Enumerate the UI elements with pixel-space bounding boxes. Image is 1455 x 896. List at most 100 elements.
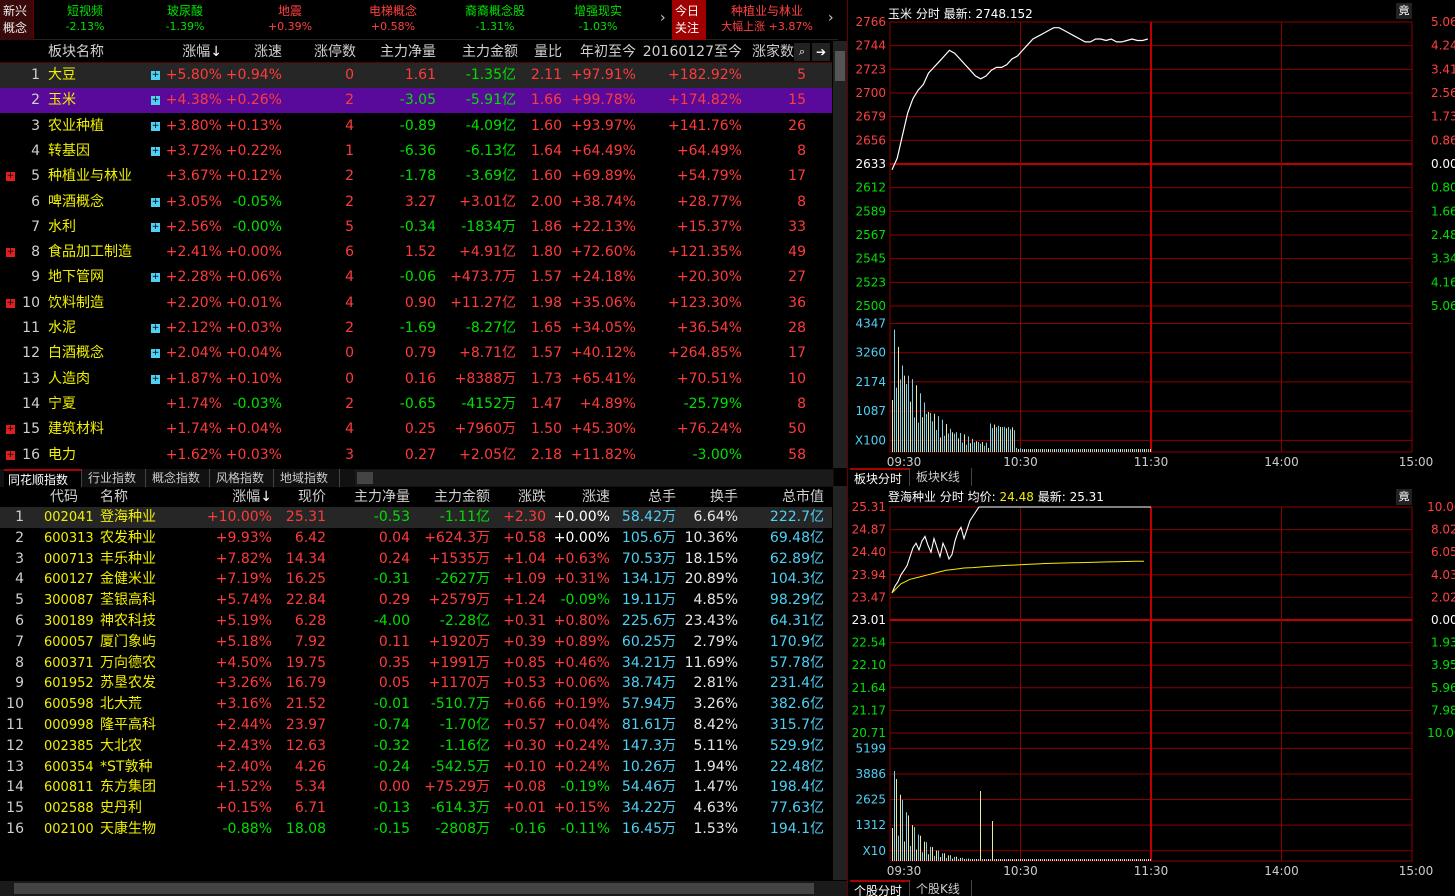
expand-plus-icon[interactable]: + xyxy=(6,450,15,460)
sector-col-header[interactable]: 量比 xyxy=(522,41,562,63)
hscroll-thumb[interactable] xyxy=(357,472,373,484)
stock-col-header[interactable]: 代码 xyxy=(50,486,90,508)
stock-row[interactable]: 15 002588 史丹利 +0.15% 6.71 -0.13 -614.3万 +0.01 +0… xyxy=(0,798,832,819)
sector-cell-ytd: +35.06% xyxy=(570,294,636,311)
stock-row[interactable]: 6 300189 神农科技 +5.19% 6.28 -4.00 -2.28亿 +0.31 +0.… xyxy=(0,611,832,632)
vol-bar xyxy=(976,859,977,861)
expand-plus-icon[interactable]: + xyxy=(6,298,15,308)
stock-row[interactable]: 16 002100 天康生物 -0.88% 18.08 -0.15 -2808万 -0.16-… xyxy=(0,819,832,840)
sector-cell-chg: +5.80% xyxy=(165,67,222,83)
vol-bar xyxy=(994,424,995,452)
stock-col-header[interactable]: 现价 xyxy=(272,486,326,508)
stock-row[interactable]: 11 000998 隆平高科 +2.44% 23.97 -0.74 -1.70亿 +0.57 +… xyxy=(0,715,832,736)
stock-col-header[interactable]: 主力金额 xyxy=(410,486,490,508)
sector-col-header[interactable]: 涨家数 xyxy=(752,41,796,63)
stock-hscroll-thumb[interactable] xyxy=(14,883,814,894)
stock-col-header[interactable]: 涨跌 xyxy=(490,486,546,508)
stock-row[interactable]: 14 600811 东方集团 +1.52% 5.34 0.00 +75.29万 +0.08 -0… xyxy=(0,777,832,798)
index-tab[interactable]: 同花顺指数 xyxy=(4,469,82,487)
stock-row[interactable]: 7 600057 厦门象屿 +5.18% 7.92 0.11 +1920万 +0.39 +0.8… xyxy=(0,632,832,653)
index-tab[interactable]: 地域指数 xyxy=(276,469,340,487)
stock-col-header[interactable]: 总手 xyxy=(612,486,676,508)
vol-bar xyxy=(1118,859,1119,861)
sector-col-header[interactable]: 主力净量 xyxy=(362,41,436,63)
sector-row[interactable]: 2 玉米 + +4.38% +0.26% 2 -3.05 -5.91亿 1.66 +99.78% +… xyxy=(0,88,832,114)
ticker-item[interactable]: 增强现实 -1.03% xyxy=(548,3,648,35)
focus-item[interactable]: 种植业与林业 大幅上涨 +3.87% xyxy=(712,3,822,35)
search-icon[interactable]: ⌕ xyxy=(794,43,810,61)
sector-col-header[interactable]: 涨停数 xyxy=(300,41,356,63)
stock-cell-turn: 1.94% xyxy=(693,758,738,775)
stock-col-header[interactable]: 名称 xyxy=(100,486,150,508)
chart-pct-tick: 5.06% xyxy=(1431,299,1455,313)
index-tab[interactable]: 风格指数 xyxy=(212,469,274,487)
sector-scrollbar[interactable] xyxy=(833,41,847,468)
expand-plus-icon[interactable]: + xyxy=(6,425,15,435)
sector-row[interactable]: 3 农业种植 + +3.80% +0.13% 4 -0.89 -4.09亿 1.60 +93.97… xyxy=(0,114,832,139)
ticker-next-icon[interactable]: › xyxy=(660,10,666,26)
stock-col-header[interactable]: 涨速 xyxy=(548,486,610,508)
sector-col-header[interactable]: 涨速 xyxy=(232,41,282,63)
expand-icon[interactable]: ➔ xyxy=(812,43,830,61)
sector-row[interactable]: 1 大豆 + +5.80% +0.94% 0 1.61 -1.35亿 2.11 +97.91% +1… xyxy=(0,63,832,88)
sector-row[interactable]: +16 电力 +1.62% +0.03% 3 0.27 +2.05亿 2.18 +11.82% -… xyxy=(0,443,832,468)
stock-row[interactable]: 1 002041 登海种业 +10.00% 25.31 -0.53 -1.11亿 +2.30 +… xyxy=(0,507,832,528)
stock-scrollbar[interactable] xyxy=(833,486,847,880)
sector-row[interactable]: 12 白酒概念 + +2.04% +0.04% 0 0.79 +8.71亿 1.57 +40.12… xyxy=(0,341,832,366)
sector-row[interactable]: +8 食品加工制造 +2.41% +0.00% 6 1.52 +4.91亿 1.80 +72.6… xyxy=(0,240,832,265)
stock-col-header[interactable]: 涨幅↓ xyxy=(210,486,272,508)
index-tab[interactable]: 概念指数 xyxy=(148,469,210,487)
ticker-item[interactable]: 电梯概念 +0.58% xyxy=(343,3,443,35)
sector-cell-amt: -3.69亿 xyxy=(465,168,516,185)
index-tab[interactable]: 行业指数 xyxy=(84,469,146,487)
sector-row[interactable]: 14 宁夏 +1.74% -0.03% 2 -0.65 -4152万 1.47 +4.89% -2… xyxy=(0,392,832,417)
sector-scroll-thumb[interactable] xyxy=(835,51,845,81)
stock-row[interactable]: 13 600354 *ST敦种 +2.40% 4.26 -0.24 -542.5万 +0.10… xyxy=(0,757,832,778)
sector-row[interactable]: 4 转基因 + +3.72% +0.22% 1 -6.36 -6.13亿 1.64 +64.49%… xyxy=(0,139,832,164)
sector-row[interactable]: 13 人造肉 + +1.87% +0.10% 0 0.16 +8388万 1.73 +65.41%… xyxy=(0,367,832,392)
vol-bar xyxy=(964,434,965,452)
ticker-item[interactable]: 玻尿酸 -1.39% xyxy=(135,3,235,35)
stock-row[interactable]: 3 000713 丰乐种业 +7.82% 14.34 0.24 +1535万 +1.04 +0.… xyxy=(0,549,832,570)
stock-col-header[interactable]: 换手 xyxy=(676,486,738,508)
stock-row[interactable]: 4 600127 金健米业 +7.19% 16.25 -0.31 -2627万 +1.09 +0… xyxy=(0,569,832,590)
stock-row[interactable]: 9 601952 苏垦农发 +3.26% 16.79 0.05 +1170万 +0.53 +0.… xyxy=(0,673,832,694)
expand-plus-icon[interactable]: + xyxy=(6,248,15,258)
sector-chart-tab[interactable]: 板块分时 xyxy=(850,468,910,486)
stock-row[interactable]: 2 600313 农发种业 +9.93% 6.42 0.04 +624.3万 +0.58 +0.… xyxy=(0,528,832,549)
sector-cell-since: +264.85% xyxy=(667,345,742,362)
today-focus-button[interactable]: 今日 关注 xyxy=(672,0,706,40)
sector-chart-tab[interactable]: 板块K线 xyxy=(912,468,972,486)
sector-row[interactable]: +5 种植业与林业 +3.67% +0.12% 2 -1.78 -3.69亿 1.60 +69.… xyxy=(0,164,832,189)
expand-plus-icon[interactable]: + xyxy=(6,172,15,182)
ticker-item[interactable]: 裔裔概念股 -1.31% xyxy=(445,3,545,35)
ticker-item[interactable]: 地震 +0.39% xyxy=(240,3,340,35)
ticker-item[interactable]: 短视频 -2.13% xyxy=(35,3,135,35)
sector-row[interactable]: 9 地下管网 + +2.28% +0.06% 4 -0.06 +473.7万 1.57 +24.1… xyxy=(0,265,832,290)
sector-col-header[interactable]: 20160127至今 xyxy=(640,41,742,63)
stock-col-header[interactable]: 主力净量 xyxy=(336,486,410,508)
sector-row[interactable]: +15 建筑材料 +1.74% +0.04% 4 0.25 +7960万 1.50 +45.30… xyxy=(0,417,832,442)
stock-cell-price: 7.92 xyxy=(294,633,326,650)
stock-hscrollbar[interactable] xyxy=(0,881,847,896)
stock-cell-name: 农发种业 xyxy=(100,529,156,546)
stock-chart-tab[interactable]: 个股分时 xyxy=(850,880,910,896)
sector-row[interactable]: 11 水泥 + +2.12% +0.03% 2 -1.69 -8.27亿 1.65 +34.05%… xyxy=(0,316,832,341)
stock-row[interactable]: 10 600598 北大荒 +3.16% 21.52 -0.01 -510.7万 +0.66 +… xyxy=(0,694,832,715)
sector-col-header[interactable]: 涨幅↓ xyxy=(150,41,222,63)
stock-row[interactable]: 5 300087 荃银高科 +5.74% 22.84 0.29 +2579万 +1.24 -0.… xyxy=(0,590,832,611)
focus-next-icon[interactable]: › xyxy=(828,10,834,26)
stock-row[interactable]: 8 600371 万向德农 +4.50% 19.75 0.35 +1991万 +0.85 +0.… xyxy=(0,653,832,674)
sector-row[interactable]: +10 饮料制造 +2.20% +0.01% 4 0.90 +11.27亿 1.98 +35.0… xyxy=(0,291,832,316)
sector-row[interactable]: 7 水利 + +2.56% -0.00% 5 -0.34 -1834万 1.86 +22.13% +… xyxy=(0,215,832,240)
index-hscrollbar[interactable] xyxy=(355,470,833,486)
stock-chart-tab[interactable]: 个股K线 xyxy=(912,880,972,896)
sector-col-header[interactable]: 年初至今 xyxy=(566,41,636,63)
emerging-concept-button[interactable]: 新兴 概念 xyxy=(0,0,34,40)
sector-cell-lim: 2 xyxy=(345,168,354,185)
sector-col-header[interactable]: 板块名称 xyxy=(48,41,128,63)
stock-col-header[interactable]: 总市值 xyxy=(740,486,824,508)
sector-col-header[interactable]: 主力金额 xyxy=(444,41,518,63)
sector-row[interactable]: 6 啤酒概念 + +3.05% -0.05% 2 3.27 +3.01亿 2.00 +38.74%… xyxy=(0,190,832,215)
stock-row[interactable]: 12 002385 大北农 +2.43% 12.63 -0.32 -1.16亿 +0.30 +0… xyxy=(0,736,832,757)
